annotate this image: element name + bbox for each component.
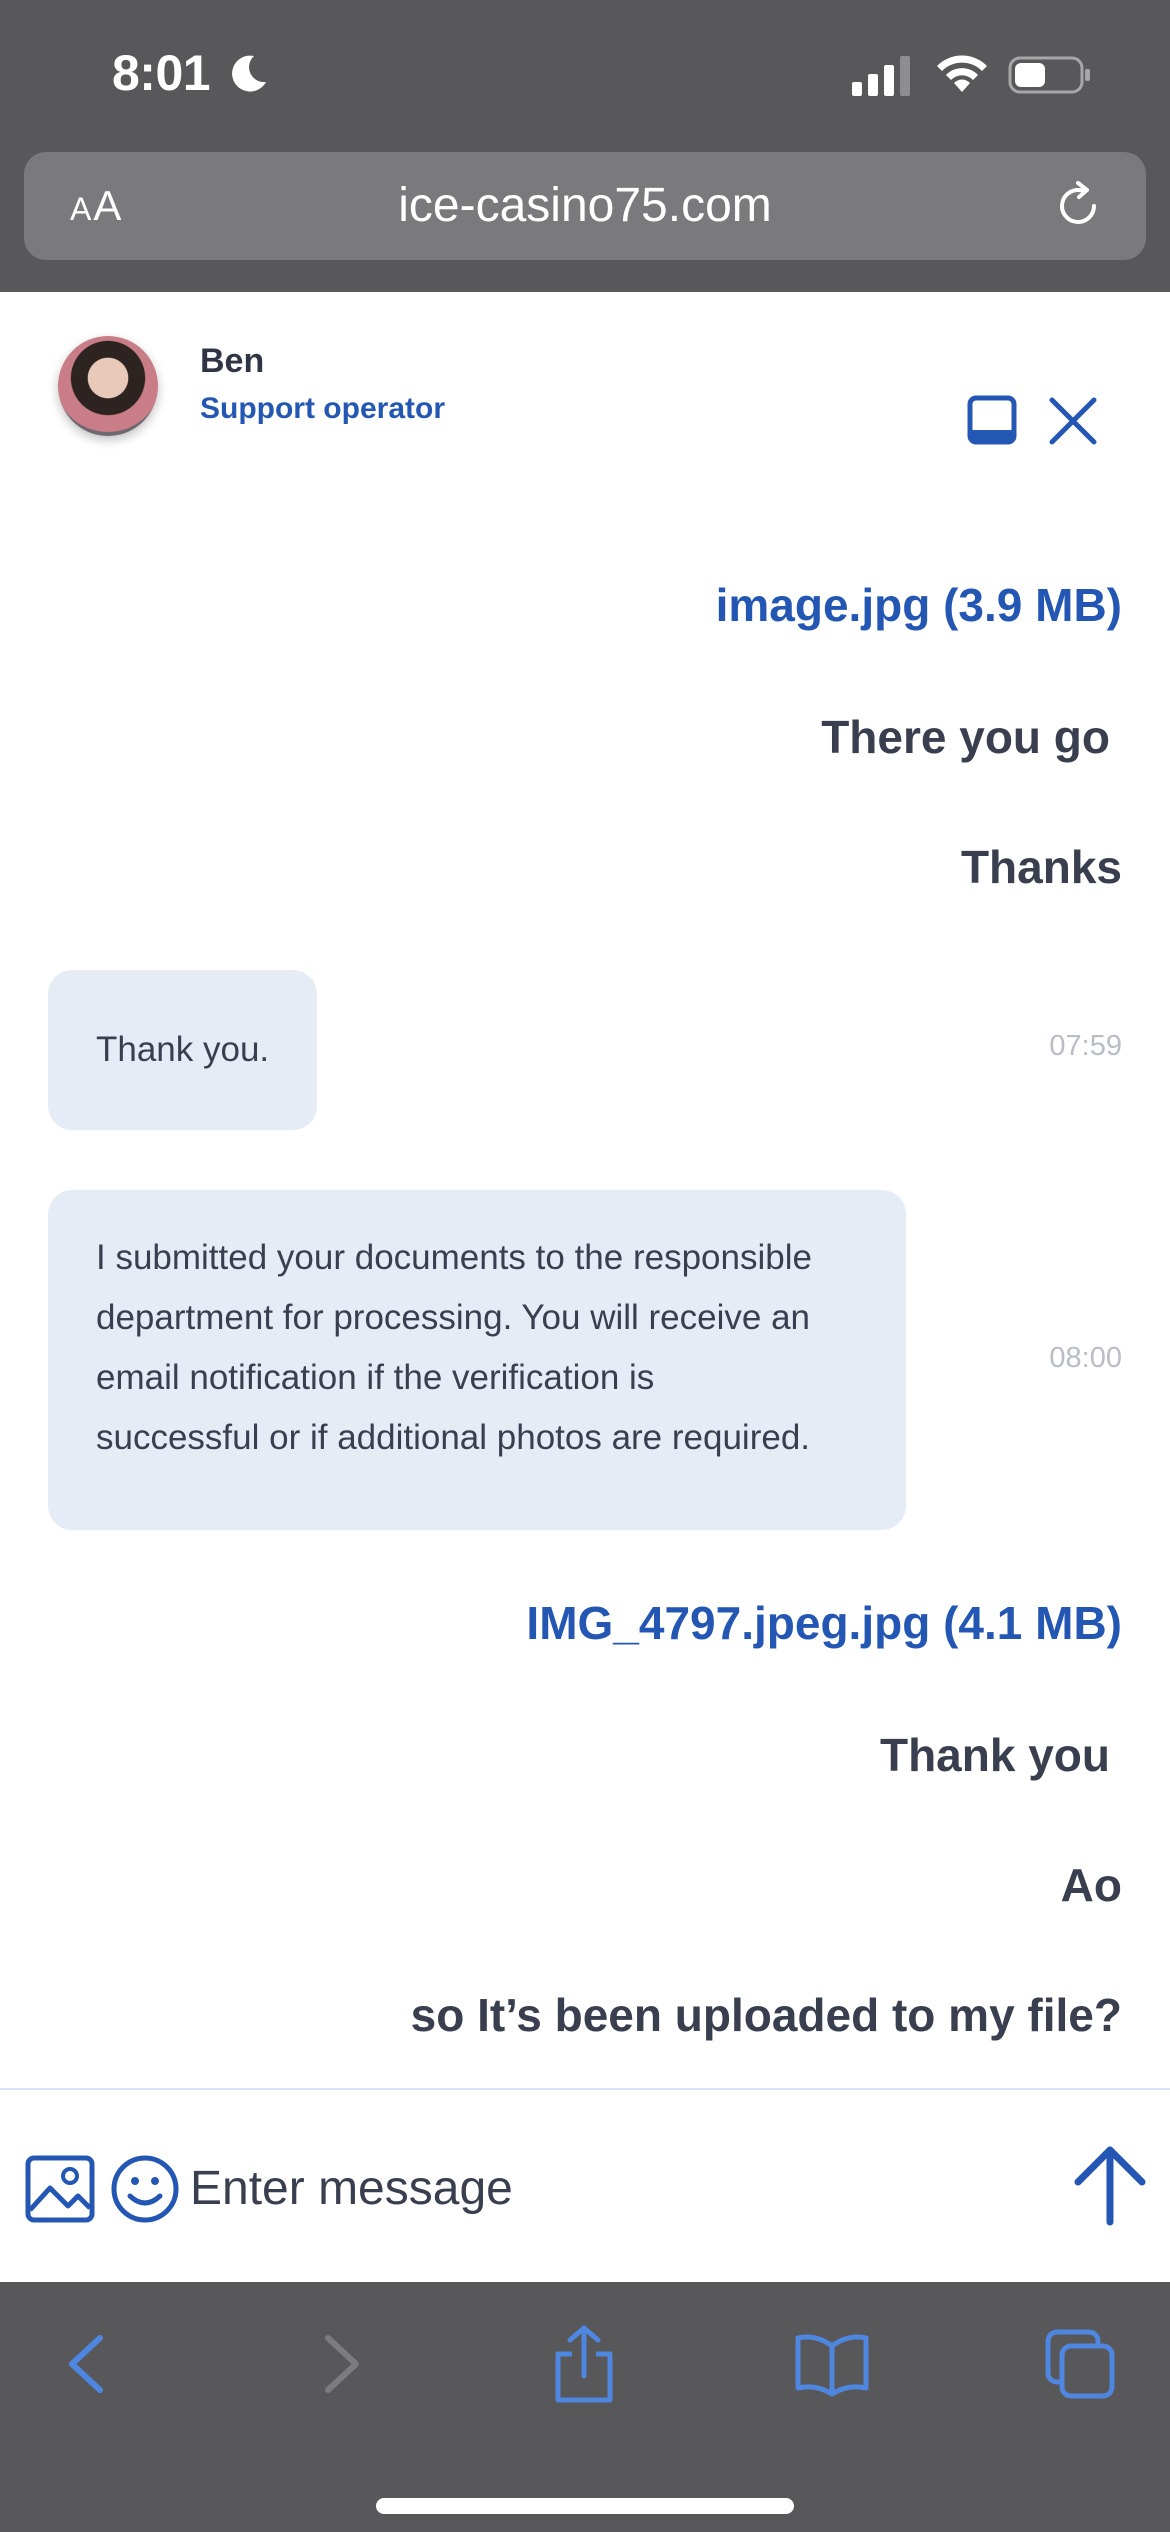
operator-name: Ben [200, 342, 265, 380]
moon-icon [232, 55, 266, 92]
user-message: There you go [821, 711, 1110, 763]
address-bar[interactable]: AA ice-casino75.com [24, 152, 1146, 260]
status-time: 8:01 [112, 45, 211, 101]
browser-chrome: 8:01 AA ice-casino75.com [0, 0, 1170, 292]
operator-message-bubble: I submitted your documents to the respon… [48, 1190, 906, 1530]
tabs-icon[interactable] [1040, 2324, 1120, 2404]
user-message: Thanks [960, 841, 1122, 893]
file-attachment-link[interactable]: IMG_4797.jpeg.jpg (4.1 MB) [526, 1596, 1122, 1650]
operator-message-line: email notification if the verification i… [96, 1358, 655, 1397]
battery-icon [1008, 56, 1090, 94]
back-icon[interactable] [48, 2324, 128, 2404]
operator-role: Support operator [200, 392, 445, 425]
image-icon[interactable] [24, 2154, 96, 2224]
message-input[interactable] [190, 2148, 1030, 2228]
avatar [58, 336, 158, 436]
operator-message-line: department for processing. You will rece… [96, 1298, 811, 1337]
operator-message-line: successful or if additional photos are r… [96, 1418, 811, 1457]
minimize-icon[interactable] [964, 392, 1022, 450]
message-composer [0, 2088, 1170, 2282]
wifi-icon [937, 55, 987, 92]
share-icon[interactable] [544, 2324, 624, 2404]
chat-header: Ben Support operator [0, 292, 1170, 482]
send-arrow-icon[interactable] [1070, 2142, 1150, 2228]
home-indicator [376, 2498, 794, 2514]
operator-message-bubble: Thank you. [48, 970, 318, 1130]
operator-message-line: I submitted your documents to the respon… [96, 1238, 812, 1277]
message-timestamp: 07:59 [1049, 1030, 1122, 1062]
file-attachment-link[interactable]: image.jpg (3.9 MB) [716, 578, 1122, 632]
user-message: Ao [1060, 1859, 1122, 1911]
signal-icon [852, 56, 910, 96]
operator-message-text: Thank you. [96, 1030, 270, 1069]
message-timestamp: 08:00 [1049, 1342, 1122, 1374]
forward-icon[interactable] [300, 2324, 380, 2404]
close-icon[interactable] [1044, 392, 1102, 450]
emoji-icon[interactable] [110, 2154, 180, 2224]
url-text[interactable]: ice-casino75.com [24, 178, 1146, 233]
browser-toolbar [0, 2282, 1170, 2532]
bookmarks-icon[interactable] [792, 2324, 872, 2404]
user-message: Thank you [879, 1729, 1110, 1781]
reload-icon[interactable] [1052, 180, 1104, 232]
user-message: so It’s been uploaded to my file? [410, 1989, 1122, 2041]
message-list[interactable]: image.jpg (3.9 MB) There you go Thanks T… [0, 482, 1170, 2088]
